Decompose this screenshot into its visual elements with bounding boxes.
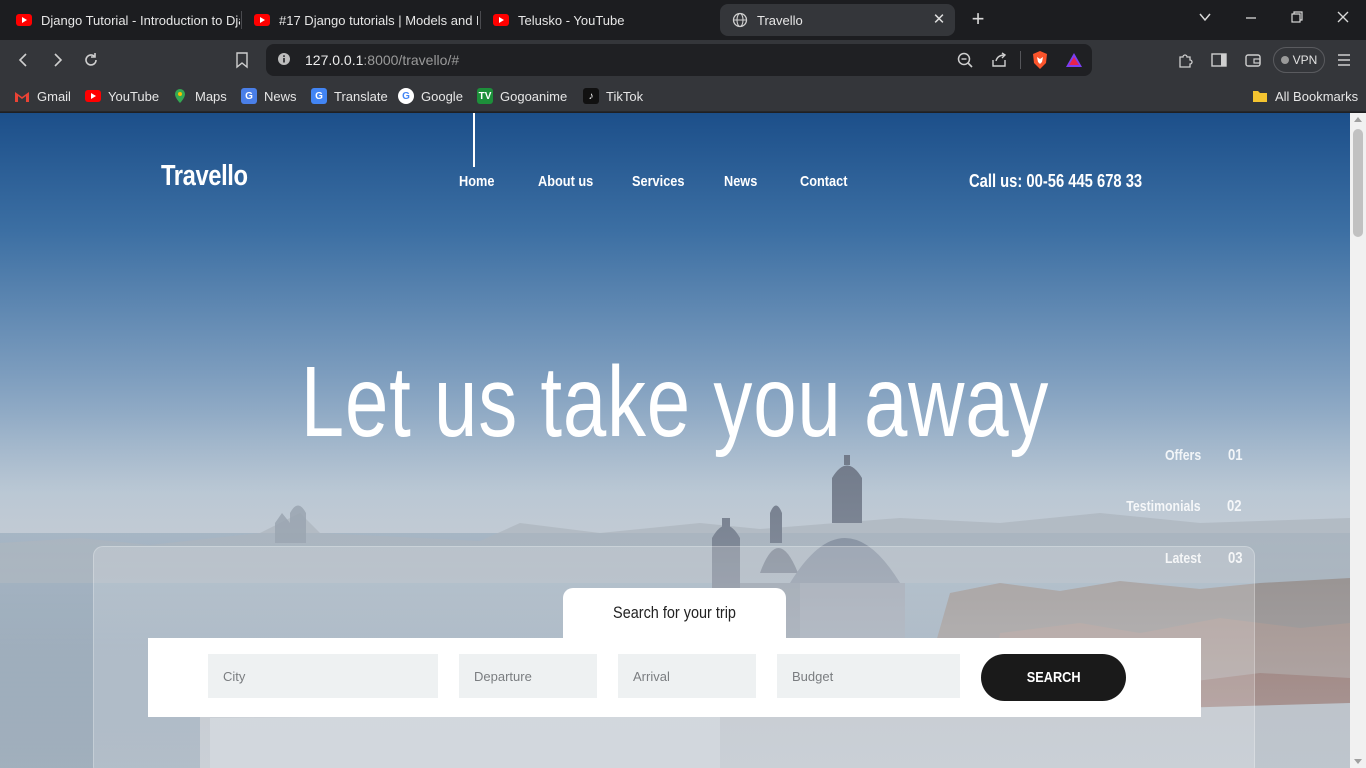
vpn-button[interactable]: VPN <box>1273 47 1325 73</box>
hero-headline: Let us take you away <box>300 346 1050 458</box>
all-bookmarks-button[interactable]: All Bookmarks <box>1252 86 1358 106</box>
tab-title: Telusko - YouTube <box>518 12 625 28</box>
youtube-icon <box>16 12 32 28</box>
bookmark-maps[interactable]: Maps <box>172 86 227 106</box>
nav-link-services[interactable]: Services <box>632 173 684 190</box>
nav-link-about[interactable]: About us <box>538 173 593 190</box>
tab-search-icon[interactable] <box>1196 10 1214 29</box>
search-trip-tab[interactable]: Search for your trip <box>563 588 786 640</box>
bookmarks-bar: Gmail YouTube Maps G News G Translate G … <box>0 80 1366 112</box>
bookmark-label: Gogoanime <box>500 88 568 104</box>
bookmark-news[interactable]: G News <box>241 86 297 106</box>
youtube-icon <box>493 12 509 28</box>
gogoanime-icon: TV <box>477 88 493 104</box>
back-icon[interactable] <box>15 51 33 74</box>
search-tab-label: Search for your trip <box>613 603 736 622</box>
tiktok-icon: ♪ <box>583 88 599 104</box>
nav-link-contact[interactable]: Contact <box>800 173 847 190</box>
forward-icon[interactable] <box>48 51 66 74</box>
tab-strip: Django Tutorial - Introduction to Dja #1… <box>0 0 1366 40</box>
bookmark-google[interactable]: G Google <box>398 86 463 106</box>
bookmark-label: News <box>264 88 297 104</box>
browser-tab-active[interactable]: Travello ✕ <box>720 4 955 36</box>
sidebar-icon[interactable] <box>1210 51 1228 74</box>
bookmark-label: Maps <box>195 88 227 104</box>
close-tab-icon[interactable]: ✕ <box>931 12 947 28</box>
reload-icon[interactable] <box>82 51 100 74</box>
menu-icon[interactable] <box>1336 51 1352 74</box>
bookmark-translate[interactable]: G Translate <box>311 86 388 106</box>
browser-tab[interactable]: Telusko - YouTube <box>481 4 717 36</box>
site-info-icon[interactable] <box>277 52 291 71</box>
side-menu-latest[interactable]: Latest <box>1165 550 1201 567</box>
scroll-up-icon[interactable] <box>1354 117 1362 122</box>
translate-icon: G <box>311 88 327 104</box>
youtube-icon <box>85 88 101 104</box>
search-button[interactable]: SEARCH <box>981 654 1126 701</box>
search-button-label: SEARCH <box>1026 669 1081 686</box>
bookmark-icon[interactable] <box>234 51 250 74</box>
minimize-button[interactable] <box>1242 10 1260 29</box>
active-nav-indicator <box>473 113 475 167</box>
brave-shields-icon[interactable] <box>1031 50 1049 75</box>
url-text: 127.0.0.1:8000/travello/# <box>305 52 459 68</box>
address-divider <box>1020 51 1021 69</box>
bookmark-label: TikTok <box>606 88 644 104</box>
nav-link-home[interactable]: Home <box>459 173 494 190</box>
restore-button[interactable] <box>1288 10 1306 29</box>
nav-link-news[interactable]: News <box>724 173 757 190</box>
call-us-text: Call us: 00-56 445 678 33 <box>969 171 1143 191</box>
site-logo[interactable]: Travello <box>161 160 248 193</box>
search-form: SEARCH <box>148 638 1201 717</box>
side-menu-offers[interactable]: Offers <box>1165 447 1201 464</box>
new-tab-button[interactable]: + <box>968 8 988 30</box>
gmail-icon <box>14 88 30 104</box>
news-icon: G <box>241 88 257 104</box>
tab-title: Travello <box>757 12 803 28</box>
browser-tab[interactable]: #17 Django tutorials | Models and M <box>242 4 478 36</box>
brave-rewards-icon[interactable] <box>1065 51 1083 74</box>
url-path: :8000/travello/# <box>363 52 460 68</box>
zoom-icon[interactable] <box>956 51 974 74</box>
extensions-icon[interactable] <box>1177 51 1195 74</box>
folder-icon <box>1252 88 1268 104</box>
google-icon: G <box>398 88 414 104</box>
arrival-input[interactable] <box>618 654 756 698</box>
page-scrollbar[interactable] <box>1350 113 1366 768</box>
page-viewport: Travello Home About us Services News Con… <box>0 113 1350 768</box>
scrollbar-thumb[interactable] <box>1353 129 1363 237</box>
bookmark-gmail[interactable]: Gmail <box>14 86 71 106</box>
share-icon[interactable] <box>990 51 1008 74</box>
browser-toolbar: 127.0.0.1:8000/travello/# VPN <box>0 40 1366 80</box>
maps-icon <box>172 88 188 104</box>
vpn-label: VPN <box>1292 53 1318 67</box>
bookmark-label: YouTube <box>108 88 160 104</box>
bookmark-label: All Bookmarks <box>1275 88 1359 104</box>
url-host: 127.0.0.1 <box>305 52 364 68</box>
vpn-status-icon <box>1280 56 1289 64</box>
bookmark-tiktok[interactable]: ♪ TikTok <box>583 86 643 106</box>
globe-icon <box>732 12 748 28</box>
tab-title: Django Tutorial - Introduction to Dja <box>41 12 240 28</box>
bookmark-youtube[interactable]: YouTube <box>85 86 159 106</box>
side-menu-number: 01 <box>1228 447 1243 464</box>
side-menu-testimonials[interactable]: Testimonials <box>1127 498 1201 515</box>
bookmark-label: Google <box>421 88 463 104</box>
close-window-button[interactable] <box>1334 10 1352 29</box>
scroll-down-icon[interactable] <box>1354 759 1362 764</box>
bookmark-label: Gmail <box>37 88 71 104</box>
tab-title: #17 Django tutorials | Models and M <box>279 12 478 28</box>
budget-input[interactable] <box>777 654 960 698</box>
side-menu-number: 02 <box>1227 498 1242 515</box>
wallet-icon[interactable] <box>1244 51 1262 74</box>
departure-input[interactable] <box>459 654 597 698</box>
bookmark-label: Translate <box>334 88 388 104</box>
city-input[interactable] <box>208 654 438 698</box>
side-menu-number: 03 <box>1228 550 1243 567</box>
youtube-icon <box>254 12 270 28</box>
address-bar[interactable]: 127.0.0.1:8000/travello/# <box>266 44 1092 76</box>
browser-tab[interactable]: Django Tutorial - Introduction to Dja <box>4 4 240 36</box>
bookmark-gogoanime[interactable]: TV Gogoanime <box>477 86 567 106</box>
